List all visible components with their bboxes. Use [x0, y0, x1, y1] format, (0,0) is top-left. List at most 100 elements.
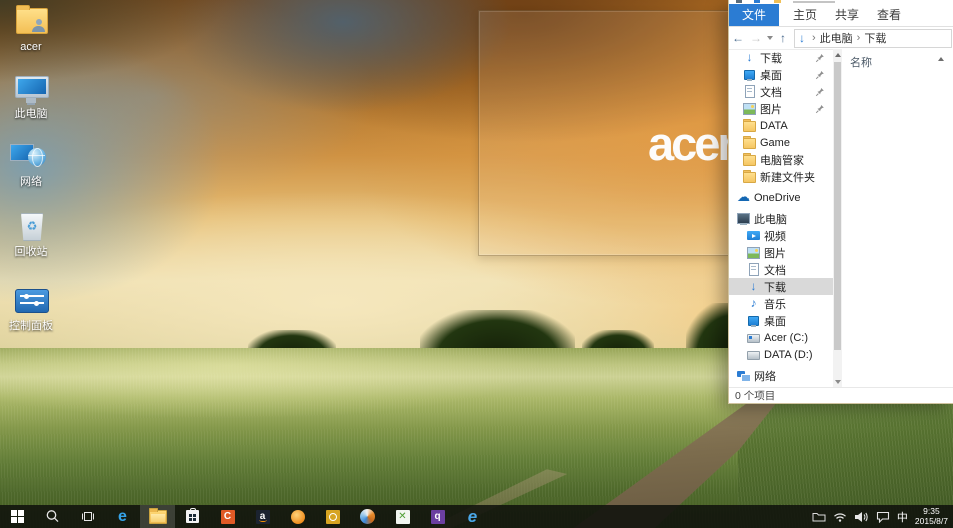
back-button[interactable]: ← [729, 27, 747, 49]
taskbar-swirl-app[interactable] [350, 505, 385, 528]
gold-gear-icon [326, 510, 340, 524]
chevron-down-icon [767, 36, 773, 40]
forward-button[interactable]: → [747, 27, 765, 49]
tab-view[interactable]: 查看 [868, 4, 910, 26]
column-header-name[interactable]: 名称 [850, 54, 872, 70]
desktop-icon-label: 控制面板 [2, 320, 60, 332]
music-note-icon [747, 297, 760, 310]
scrollbar-thumb[interactable] [834, 62, 841, 350]
taskbar-file-explorer[interactable] [140, 505, 175, 528]
sidebar-item-desktop-quick[interactable]: 桌面 [729, 66, 833, 83]
desktop-icon [743, 68, 756, 81]
ribbon-tabs: 文件 主页 共享 查看 [729, 4, 953, 27]
network-status-icon[interactable] [833, 511, 847, 523]
up-button[interactable]: ↑ [775, 27, 791, 49]
sidebar-item-downloads-quick[interactable]: 下载 [729, 49, 833, 66]
desktop-icon-label: acer [2, 41, 60, 53]
start-button[interactable] [0, 505, 35, 528]
pin-icon [815, 104, 825, 114]
desktop-icon-label: 此电脑 [2, 108, 60, 120]
desktop-icon-control-panel[interactable]: 控制面板 [2, 284, 60, 332]
sidebar-item-acer-c-drive[interactable]: Acer (C:) [729, 329, 833, 346]
tab-share[interactable]: 共享 [826, 4, 868, 26]
pin-icon [815, 70, 825, 80]
desktop-icon-this-pc[interactable]: 此电脑 [2, 72, 60, 120]
action-center-icon[interactable] [876, 510, 890, 523]
sidebar-item-downloads-selected[interactable]: 下载 [729, 278, 833, 295]
taskbar-green-app[interactable]: ✕ [385, 505, 420, 528]
taskbar-orange-app[interactable]: C [210, 505, 245, 528]
taskbar-shield-app[interactable] [280, 505, 315, 528]
taskbar-amazon[interactable]: a [245, 505, 280, 528]
sort-ascending-icon [938, 57, 944, 61]
scroll-up-arrow-icon[interactable] [835, 53, 841, 57]
sidebar-item-documents-quick[interactable]: 文档 [729, 83, 833, 100]
search-button[interactable] [35, 505, 70, 528]
breadcrumb-downloads[interactable]: 下载 [864, 30, 886, 46]
window-title-fragment [793, 1, 835, 3]
task-view-icon [80, 510, 96, 523]
desktop-icon [747, 314, 760, 327]
volume-icon[interactable] [854, 511, 869, 523]
taskbar-internet-explorer[interactable]: e [455, 505, 490, 528]
sidebar-item-new-folder[interactable]: 新建文件夹 [729, 168, 833, 185]
sidebar-item-network[interactable]: 网络 [729, 367, 833, 384]
address-box[interactable]: ↓ › 此电脑 › 下载 [794, 29, 952, 48]
breadcrumb-separator: › [812, 32, 816, 44]
breadcrumb-this-pc[interactable]: 此电脑 [820, 30, 853, 46]
recycle-bin-icon [2, 210, 60, 244]
desktop-icon-acer-folder[interactable]: acer [2, 5, 60, 53]
sidebar-item-this-pc[interactable]: 此电脑 [729, 210, 833, 227]
edge-icon: e [118, 507, 127, 527]
taskbar-edge[interactable]: e [105, 505, 140, 528]
taskbar-gold-app[interactable] [315, 505, 350, 528]
folder-icon [743, 119, 756, 132]
user-folder-icon [2, 5, 60, 39]
download-icon [743, 51, 756, 64]
sidebar-item-desktop[interactable]: 桌面 [729, 312, 833, 329]
sidebar-item-pictures[interactable]: 图片 [729, 244, 833, 261]
tab-home[interactable]: 主页 [784, 4, 826, 26]
taskbar-purple-app[interactable]: q [420, 505, 455, 528]
qat-icon [754, 0, 760, 3]
ime-indicator[interactable]: 中 [897, 509, 908, 525]
folder-icon [743, 170, 756, 183]
system-tray: 中 9:35 2015/8/7 [812, 507, 953, 526]
planet-swirl-icon [360, 509, 375, 524]
sidebar-item-game-folder[interactable]: Game [729, 134, 833, 151]
sidebar-item-pc-manager-folder[interactable]: 电脑管家 [729, 151, 833, 168]
taskbar-clock[interactable]: 9:35 2015/8/7 [915, 507, 948, 526]
navigation-scrollbar[interactable] [833, 49, 842, 388]
sidebar-item-documents[interactable]: 文档 [729, 261, 833, 278]
folder-icon [743, 136, 756, 149]
green-app-icon: ✕ [396, 510, 410, 524]
windows-logo-icon [11, 510, 24, 523]
desktop-icon-label: 网络 [2, 176, 60, 188]
navigation-pane: 下载 桌面 文档 图片 [729, 49, 833, 388]
sidebar-item-videos[interactable]: 视频 [729, 227, 833, 244]
sidebar-item-pictures-quick[interactable]: 图片 [729, 100, 833, 117]
sidebar-item-data-d-drive[interactable]: DATA (D:) [729, 346, 833, 363]
scroll-down-arrow-icon[interactable] [835, 380, 841, 384]
status-bar: 0 个项目 [729, 387, 953, 403]
taskbar-store[interactable] [175, 505, 210, 528]
desktop-icon-network[interactable]: 网络 [2, 140, 60, 188]
sidebar-item-data-folder[interactable]: DATA [729, 117, 833, 134]
computer-icon [2, 72, 60, 106]
qat-icon [774, 0, 781, 3]
task-view-button[interactable] [70, 505, 105, 528]
tray-folder-icon[interactable] [812, 511, 826, 522]
sidebar-item-music[interactable]: 音乐 [729, 295, 833, 312]
sidebar-item-onedrive[interactable]: OneDrive [729, 189, 833, 206]
drive-icon [747, 348, 760, 361]
recent-locations-dropdown[interactable] [765, 36, 775, 40]
desktop-icon-recycle-bin[interactable]: 回收站 [2, 210, 60, 258]
onedrive-cloud-icon [737, 191, 750, 204]
file-explorer-window: 文件 主页 共享 查看 ← → ↑ ↓ › 此电脑 › 下载 下载 [728, 0, 953, 404]
internet-explorer-icon: e [468, 507, 477, 527]
purple-app-icon: q [431, 510, 445, 524]
desktop-screen: acer acer 此电脑 网络 回收站 控制面板 文件 主页 共享 查看 ← … [0, 0, 953, 528]
clock-date: 2015/8/7 [915, 517, 948, 527]
video-icon [747, 229, 760, 242]
tab-file[interactable]: 文件 [729, 4, 779, 26]
